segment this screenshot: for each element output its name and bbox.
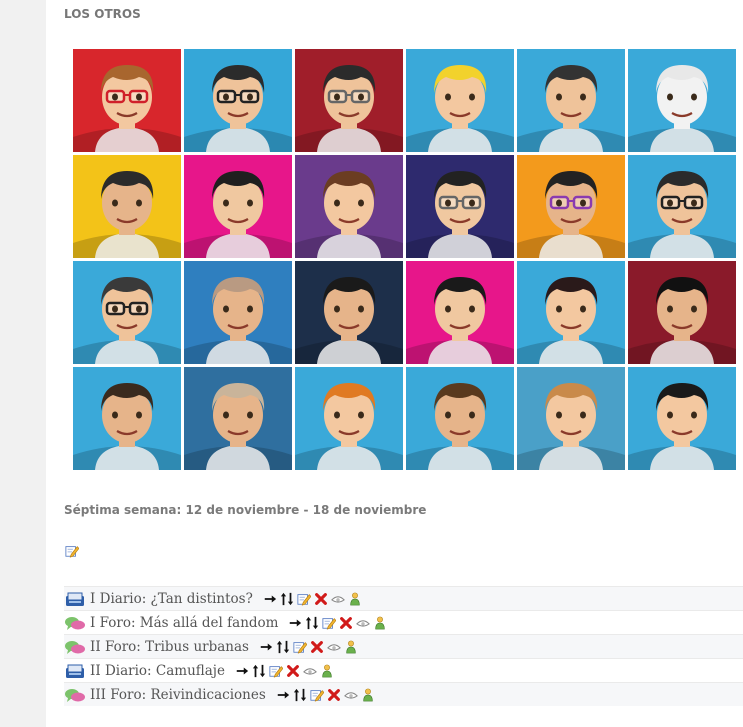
move-updown-icon[interactable] bbox=[280, 592, 294, 606]
avatar-man-tie bbox=[517, 49, 625, 152]
avatar-man-glasses-thumb bbox=[184, 49, 292, 152]
avatar-man-long-hair bbox=[406, 367, 514, 470]
hide-icon[interactable] bbox=[343, 688, 358, 702]
hide-icon[interactable] bbox=[330, 592, 345, 606]
activity-link[interactable]: I Diario: ¿Tan distintos? bbox=[90, 591, 253, 607]
delete-icon[interactable] bbox=[327, 688, 341, 702]
avatar-image-grid bbox=[73, 49, 741, 472]
move-updown-icon[interactable] bbox=[305, 616, 319, 630]
edit-icon[interactable] bbox=[310, 688, 324, 702]
journal-icon bbox=[64, 591, 86, 607]
avatar-man-grin-glasses bbox=[73, 261, 181, 364]
avatar-woman-brown-hair bbox=[295, 155, 403, 258]
move-right-icon[interactable] bbox=[276, 688, 290, 702]
avatar-man-night bbox=[295, 261, 403, 364]
left-sidebar-strip bbox=[0, 0, 46, 727]
edit-section-icon[interactable] bbox=[65, 543, 80, 558]
delete-icon[interactable] bbox=[286, 664, 300, 678]
avatar-woman-red-glasses bbox=[73, 49, 181, 152]
move-right-icon[interactable] bbox=[263, 592, 277, 606]
activity-tools bbox=[263, 592, 362, 606]
avatar-bald-man-suit bbox=[184, 261, 292, 364]
assign-role-icon[interactable] bbox=[344, 640, 358, 654]
activity-row: I Foro: Más allá del fandom bbox=[64, 610, 743, 634]
edit-icon[interactable] bbox=[322, 616, 337, 630]
move-updown-icon[interactable] bbox=[293, 688, 307, 702]
avatar-blond-peace bbox=[406, 49, 514, 152]
journal-icon bbox=[64, 663, 86, 679]
activity-link[interactable]: II Foro: Tribus urbanas bbox=[90, 639, 249, 655]
move-updown-icon[interactable] bbox=[276, 640, 290, 654]
assign-role-icon[interactable] bbox=[361, 688, 375, 702]
section-heading: LOS OTROS bbox=[64, 7, 141, 21]
activity-link[interactable]: III Foro: Reivindicaciones bbox=[90, 687, 266, 703]
avatar-woman-dark-hair bbox=[184, 155, 292, 258]
avatar-man-grin bbox=[73, 155, 181, 258]
avatar-woman-black-hair bbox=[628, 367, 736, 470]
avatar-man-sunglasses-thumb bbox=[628, 155, 736, 258]
assign-role-icon[interactable] bbox=[320, 664, 334, 678]
edit-icon[interactable] bbox=[269, 664, 283, 678]
activity-row: I Diario: ¿Tan distintos? bbox=[64, 586, 743, 610]
activity-tools bbox=[259, 640, 358, 654]
move-updown-icon[interactable] bbox=[252, 664, 266, 678]
avatar-woman-curly-peace bbox=[517, 261, 625, 364]
avatar-woman-red-lips bbox=[628, 261, 736, 364]
assign-role-icon[interactable] bbox=[373, 616, 387, 630]
forum-icon bbox=[64, 687, 86, 703]
avatar-woman-pink-bg bbox=[406, 261, 514, 364]
move-right-icon[interactable] bbox=[288, 616, 302, 630]
activity-link[interactable]: I Foro: Más allá del fandom bbox=[90, 615, 278, 631]
delete-icon[interactable] bbox=[310, 640, 324, 654]
avatar-woman-sunglasses bbox=[406, 155, 514, 258]
activity-tools bbox=[276, 688, 375, 702]
avatar-man-glasses-red-chair bbox=[295, 49, 403, 152]
hide-icon[interactable] bbox=[356, 616, 371, 630]
avatar-man-stadium bbox=[517, 367, 625, 470]
week-title: Séptima semana: 12 de noviembre - 18 de … bbox=[64, 503, 427, 517]
avatar-cat-mask bbox=[628, 49, 736, 152]
move-right-icon[interactable] bbox=[259, 640, 273, 654]
hide-icon[interactable] bbox=[303, 664, 317, 678]
activity-tools bbox=[288, 616, 387, 630]
avatar-man-park bbox=[73, 367, 181, 470]
activity-row: II Diario: Camuflaje bbox=[64, 658, 743, 682]
activity-row: III Foro: Reivindicaciones bbox=[64, 682, 743, 706]
activity-list: I Diario: ¿Tan distintos? I Foro: Más all… bbox=[64, 586, 743, 706]
forum-icon bbox=[64, 639, 86, 655]
avatar-curly-orange bbox=[295, 367, 403, 470]
move-right-icon[interactable] bbox=[235, 664, 249, 678]
delete-icon[interactable] bbox=[314, 592, 328, 606]
activity-link[interactable]: II Diario: Camuflaje bbox=[90, 663, 225, 679]
assign-role-icon[interactable] bbox=[348, 592, 362, 606]
avatar-bearded-man bbox=[184, 367, 292, 470]
activity-tools bbox=[235, 664, 334, 678]
hide-icon[interactable] bbox=[327, 640, 341, 654]
forum-icon bbox=[64, 615, 86, 631]
activity-row: II Foro: Tribus urbanas bbox=[64, 634, 743, 658]
avatar-man-beard-glasses bbox=[517, 155, 625, 258]
delete-icon[interactable] bbox=[339, 616, 353, 630]
edit-icon[interactable] bbox=[293, 640, 307, 654]
edit-icon[interactable] bbox=[297, 592, 311, 606]
